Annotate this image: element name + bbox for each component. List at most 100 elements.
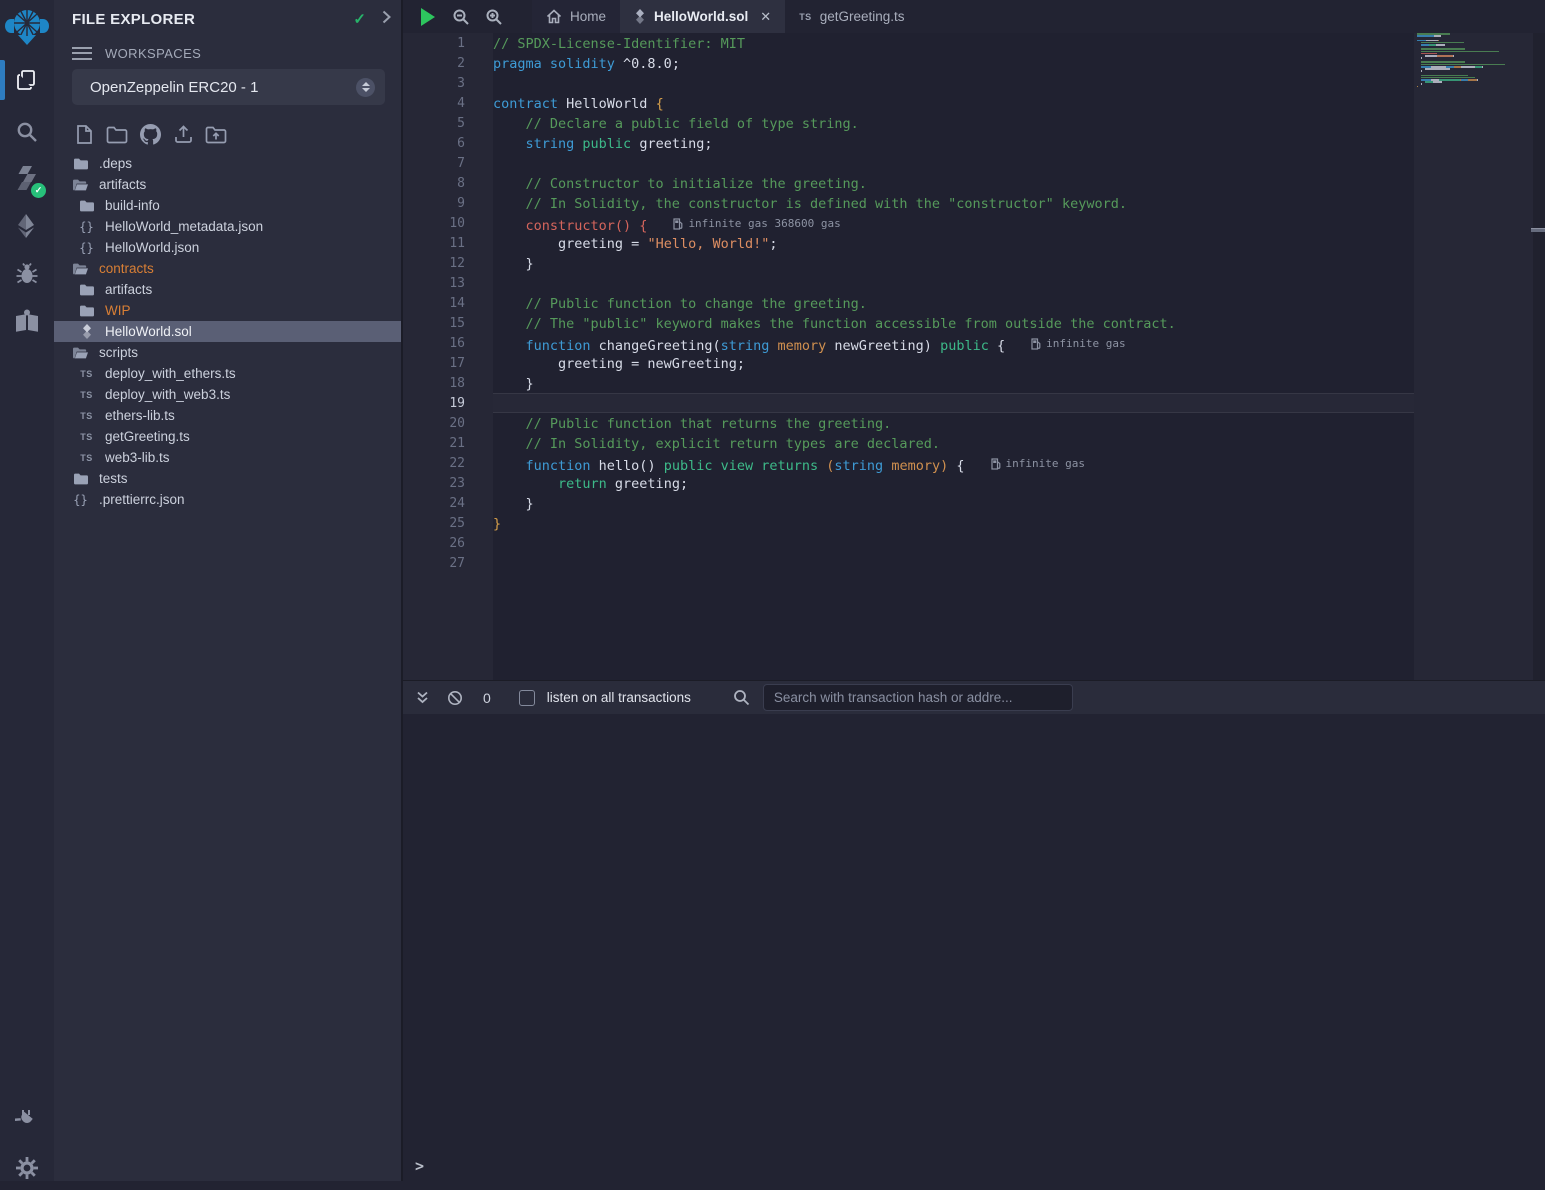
code-line: // Constructor to initialize the greetin…: [493, 174, 1176, 194]
tab-home[interactable]: Home: [532, 0, 620, 33]
line-number: 24: [403, 494, 465, 514]
tree-item-getgreeting-ts[interactable]: TSgetGreeting.ts: [54, 426, 401, 447]
deploy-run-icon[interactable]: [0, 204, 54, 248]
tree-item-deploy-with-web3-ts[interactable]: TSdeploy_with_web3.ts: [54, 384, 401, 405]
editor-region: Home HelloWorld.sol ✕ TSgetGreeting.ts 12 34…: [403, 0, 1545, 1181]
debugger-icon[interactable]: [0, 252, 54, 296]
settings-icon[interactable]: [0, 1146, 54, 1190]
code-line: }: [493, 254, 1176, 274]
tree-item-label: HelloWorld_metadata.json: [105, 219, 263, 234]
tree-item-artifacts[interactable]: artifacts: [54, 174, 401, 195]
upload-folder-icon[interactable]: [204, 122, 228, 146]
terminal-output[interactable]: >: [403, 714, 1545, 1181]
line-number: 18: [403, 374, 465, 394]
code-line: // Declare a public field of type string…: [493, 114, 1176, 134]
scrollbar-marker[interactable]: [1531, 228, 1545, 232]
run-script-button[interactable]: [411, 0, 444, 33]
zoom-in-button[interactable]: [477, 0, 510, 33]
tree-item-ethers-lib-ts[interactable]: TSethers-lib.ts: [54, 405, 401, 426]
gas-estimate-label: infinite gas 368600 gas: [688, 214, 840, 234]
workspaces-menu-icon[interactable]: [72, 47, 92, 60]
terminal-search-input[interactable]: [763, 684, 1073, 711]
tree-item-helloworld-sol[interactable]: HelloWorld.sol: [54, 321, 401, 342]
minimap[interactable]: [1417, 33, 1517, 92]
tab-getgreeting-ts[interactable]: TSgetGreeting.ts: [785, 0, 918, 33]
chevron-right-icon[interactable]: [382, 10, 391, 28]
folder-open-icon: [72, 178, 89, 192]
zoom-out-button[interactable]: [444, 0, 477, 33]
tree-item-wip[interactable]: WIP: [54, 300, 401, 321]
line-number: 21: [403, 434, 465, 454]
code-line: // SPDX-License-Identifier: MIT: [493, 34, 1176, 54]
plugin-manager-icon[interactable]: [0, 1096, 54, 1140]
folder-icon: [78, 283, 95, 297]
tree-item-helloworld-json[interactable]: {} HelloWorld.json: [54, 237, 401, 258]
gas-estimate-label: infinite gas: [1006, 454, 1085, 474]
code-content: // SPDX-License-Identifier: MITpragma so…: [493, 34, 1176, 574]
upload-file-icon[interactable]: [171, 122, 195, 146]
solidity-file-icon: [634, 9, 646, 24]
tree-item-build-info[interactable]: build-info: [54, 195, 401, 216]
tree-item-label: .deps: [99, 156, 132, 171]
line-number: 15: [403, 314, 465, 334]
json-file-icon: {}: [78, 220, 95, 234]
tab-label: getGreeting.ts: [820, 9, 905, 24]
tree-item-tests[interactable]: tests: [54, 468, 401, 489]
tree-item-web3-lib-ts[interactable]: TSweb3-lib.ts: [54, 447, 401, 468]
folder-icon: [78, 199, 95, 213]
line-number: 12: [403, 254, 465, 274]
tree-item-label: deploy_with_web3.ts: [105, 387, 230, 402]
tree-item-helloworld-metadata-json[interactable]: {} HelloWorld_metadata.json: [54, 216, 401, 237]
line-number: 7: [403, 154, 465, 174]
tree-item-label: HelloWorld.json: [105, 240, 199, 255]
learneth-icon[interactable]: [0, 298, 54, 342]
close-tab-icon[interactable]: ✕: [760, 9, 771, 25]
tab-helloworld-sol[interactable]: HelloWorld.sol ✕: [620, 0, 785, 33]
tree-item--prettierrc-json[interactable]: {}.prettierrc.json: [54, 489, 401, 510]
code-line: return greeting;: [493, 474, 1176, 494]
tree-item-deploy-with-ethers-ts[interactable]: TSdeploy_with_ethers.ts: [54, 363, 401, 384]
tree-item-scripts[interactable]: scripts: [54, 342, 401, 363]
activity-bar: ✓: [0, 0, 54, 1181]
line-number: 20: [403, 414, 465, 434]
listen-transactions-checkbox[interactable]: [519, 690, 535, 706]
code-editor[interactable]: 1234567891011121314151617181920212223242…: [403, 33, 1545, 680]
code-line: constructor() {infinite gas 368600 gas: [493, 214, 1176, 234]
solidity-compiler-icon[interactable]: ✓: [0, 156, 54, 200]
line-number: 4: [403, 94, 465, 114]
line-number: 23: [403, 474, 465, 494]
remix-logo[interactable]: [0, 2, 54, 52]
json-file-icon: {}: [72, 493, 89, 507]
json-file-icon: {}: [78, 241, 95, 255]
line-number: 14: [403, 294, 465, 314]
line-number: 22: [403, 454, 465, 474]
new-file-icon[interactable]: [72, 122, 96, 146]
workspace-select[interactable]: OpenZeppelin ERC20 - 1: [72, 69, 385, 105]
new-folder-icon[interactable]: [105, 122, 129, 146]
code-line: [493, 554, 1176, 574]
tree-item-artifacts[interactable]: artifacts: [54, 279, 401, 300]
line-number: 17: [403, 354, 465, 374]
line-number: 8: [403, 174, 465, 194]
listen-transactions-label: listen on all transactions: [547, 690, 691, 705]
line-number: 6: [403, 134, 465, 154]
terminal-collapse-icon[interactable]: [415, 690, 430, 705]
line-number: 11: [403, 234, 465, 254]
search-icon[interactable]: [0, 110, 54, 154]
clear-console-icon[interactable]: [447, 690, 463, 706]
tree-item-contracts[interactable]: contracts: [54, 258, 401, 279]
terminal-toolbar: 0 listen on all transactions: [403, 680, 1545, 714]
tree-item--deps[interactable]: .deps: [54, 153, 401, 174]
line-number: 27: [403, 554, 465, 574]
tab-label: HelloWorld.sol: [654, 9, 748, 24]
tree-item-label: contracts: [99, 261, 154, 276]
file-explorer-icon[interactable]: [0, 58, 54, 102]
code-line: [493, 154, 1176, 174]
remix-ide-window: ✓ FILE EXPLORER ✓ WORKSPACES OpenZeppeli…: [0, 0, 1545, 1181]
line-number: 3: [403, 74, 465, 94]
terminal-search-icon: [733, 689, 750, 706]
workspace-sort-icon[interactable]: [356, 78, 375, 97]
folder-icon: [72, 472, 89, 486]
code-line: contract HelloWorld {: [493, 94, 1176, 114]
github-icon[interactable]: [138, 122, 162, 146]
